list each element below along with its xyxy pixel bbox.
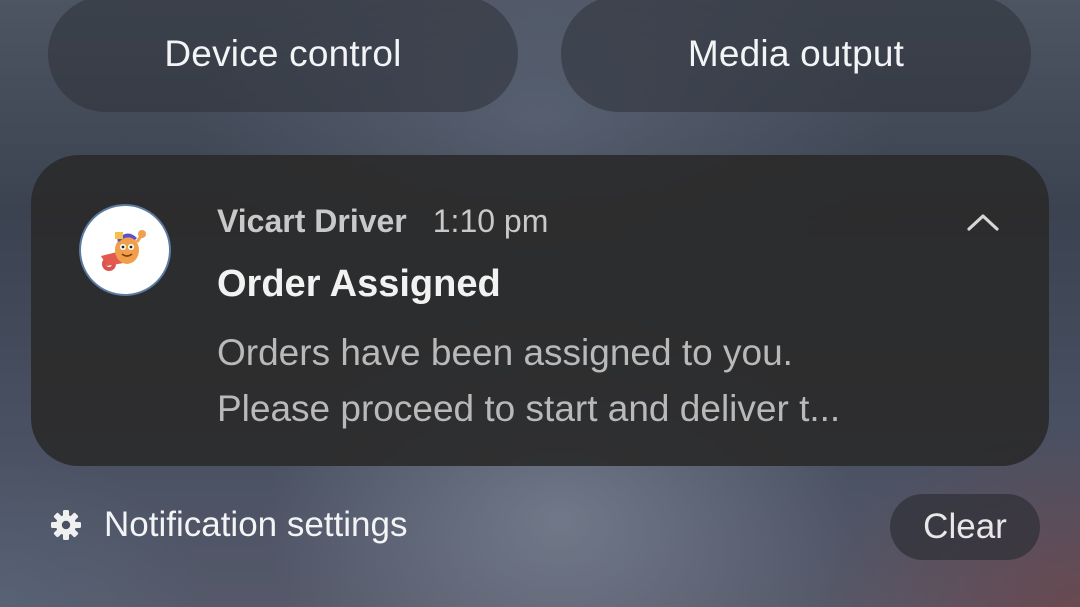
device-control-button[interactable]: Device control xyxy=(48,0,518,112)
notification-settings-button[interactable]: Notification settings xyxy=(50,505,407,545)
gear-icon xyxy=(51,510,81,540)
notification-time: 1:10 pm xyxy=(432,203,549,239)
notification-settings-label: Notification settings xyxy=(104,505,408,544)
notification-title: Order Assigned xyxy=(217,263,501,305)
clear-button[interactable]: Clear xyxy=(890,494,1040,560)
notification-card[interactable]: Vicart Driver 1:10 pm Order Assigned Ord… xyxy=(31,155,1049,466)
notification-header: Vicart Driver 1:10 pm xyxy=(217,203,548,240)
media-output-label: Media output xyxy=(687,33,905,74)
notification-body: Orders have been assigned to you. Please… xyxy=(217,325,977,437)
notification-body-line: Orders have been assigned to you. xyxy=(217,332,793,373)
app-name: Vicart Driver xyxy=(217,203,407,239)
chevron-up-icon[interactable] xyxy=(963,207,1003,237)
delivery-mascot-icon xyxy=(79,204,171,296)
clear-label: Clear xyxy=(923,507,1007,546)
notification-body-line: Please proceed to start and deliver t... xyxy=(217,388,841,429)
media-output-button[interactable]: Media output xyxy=(561,0,1031,112)
device-control-label: Device control xyxy=(164,33,402,74)
